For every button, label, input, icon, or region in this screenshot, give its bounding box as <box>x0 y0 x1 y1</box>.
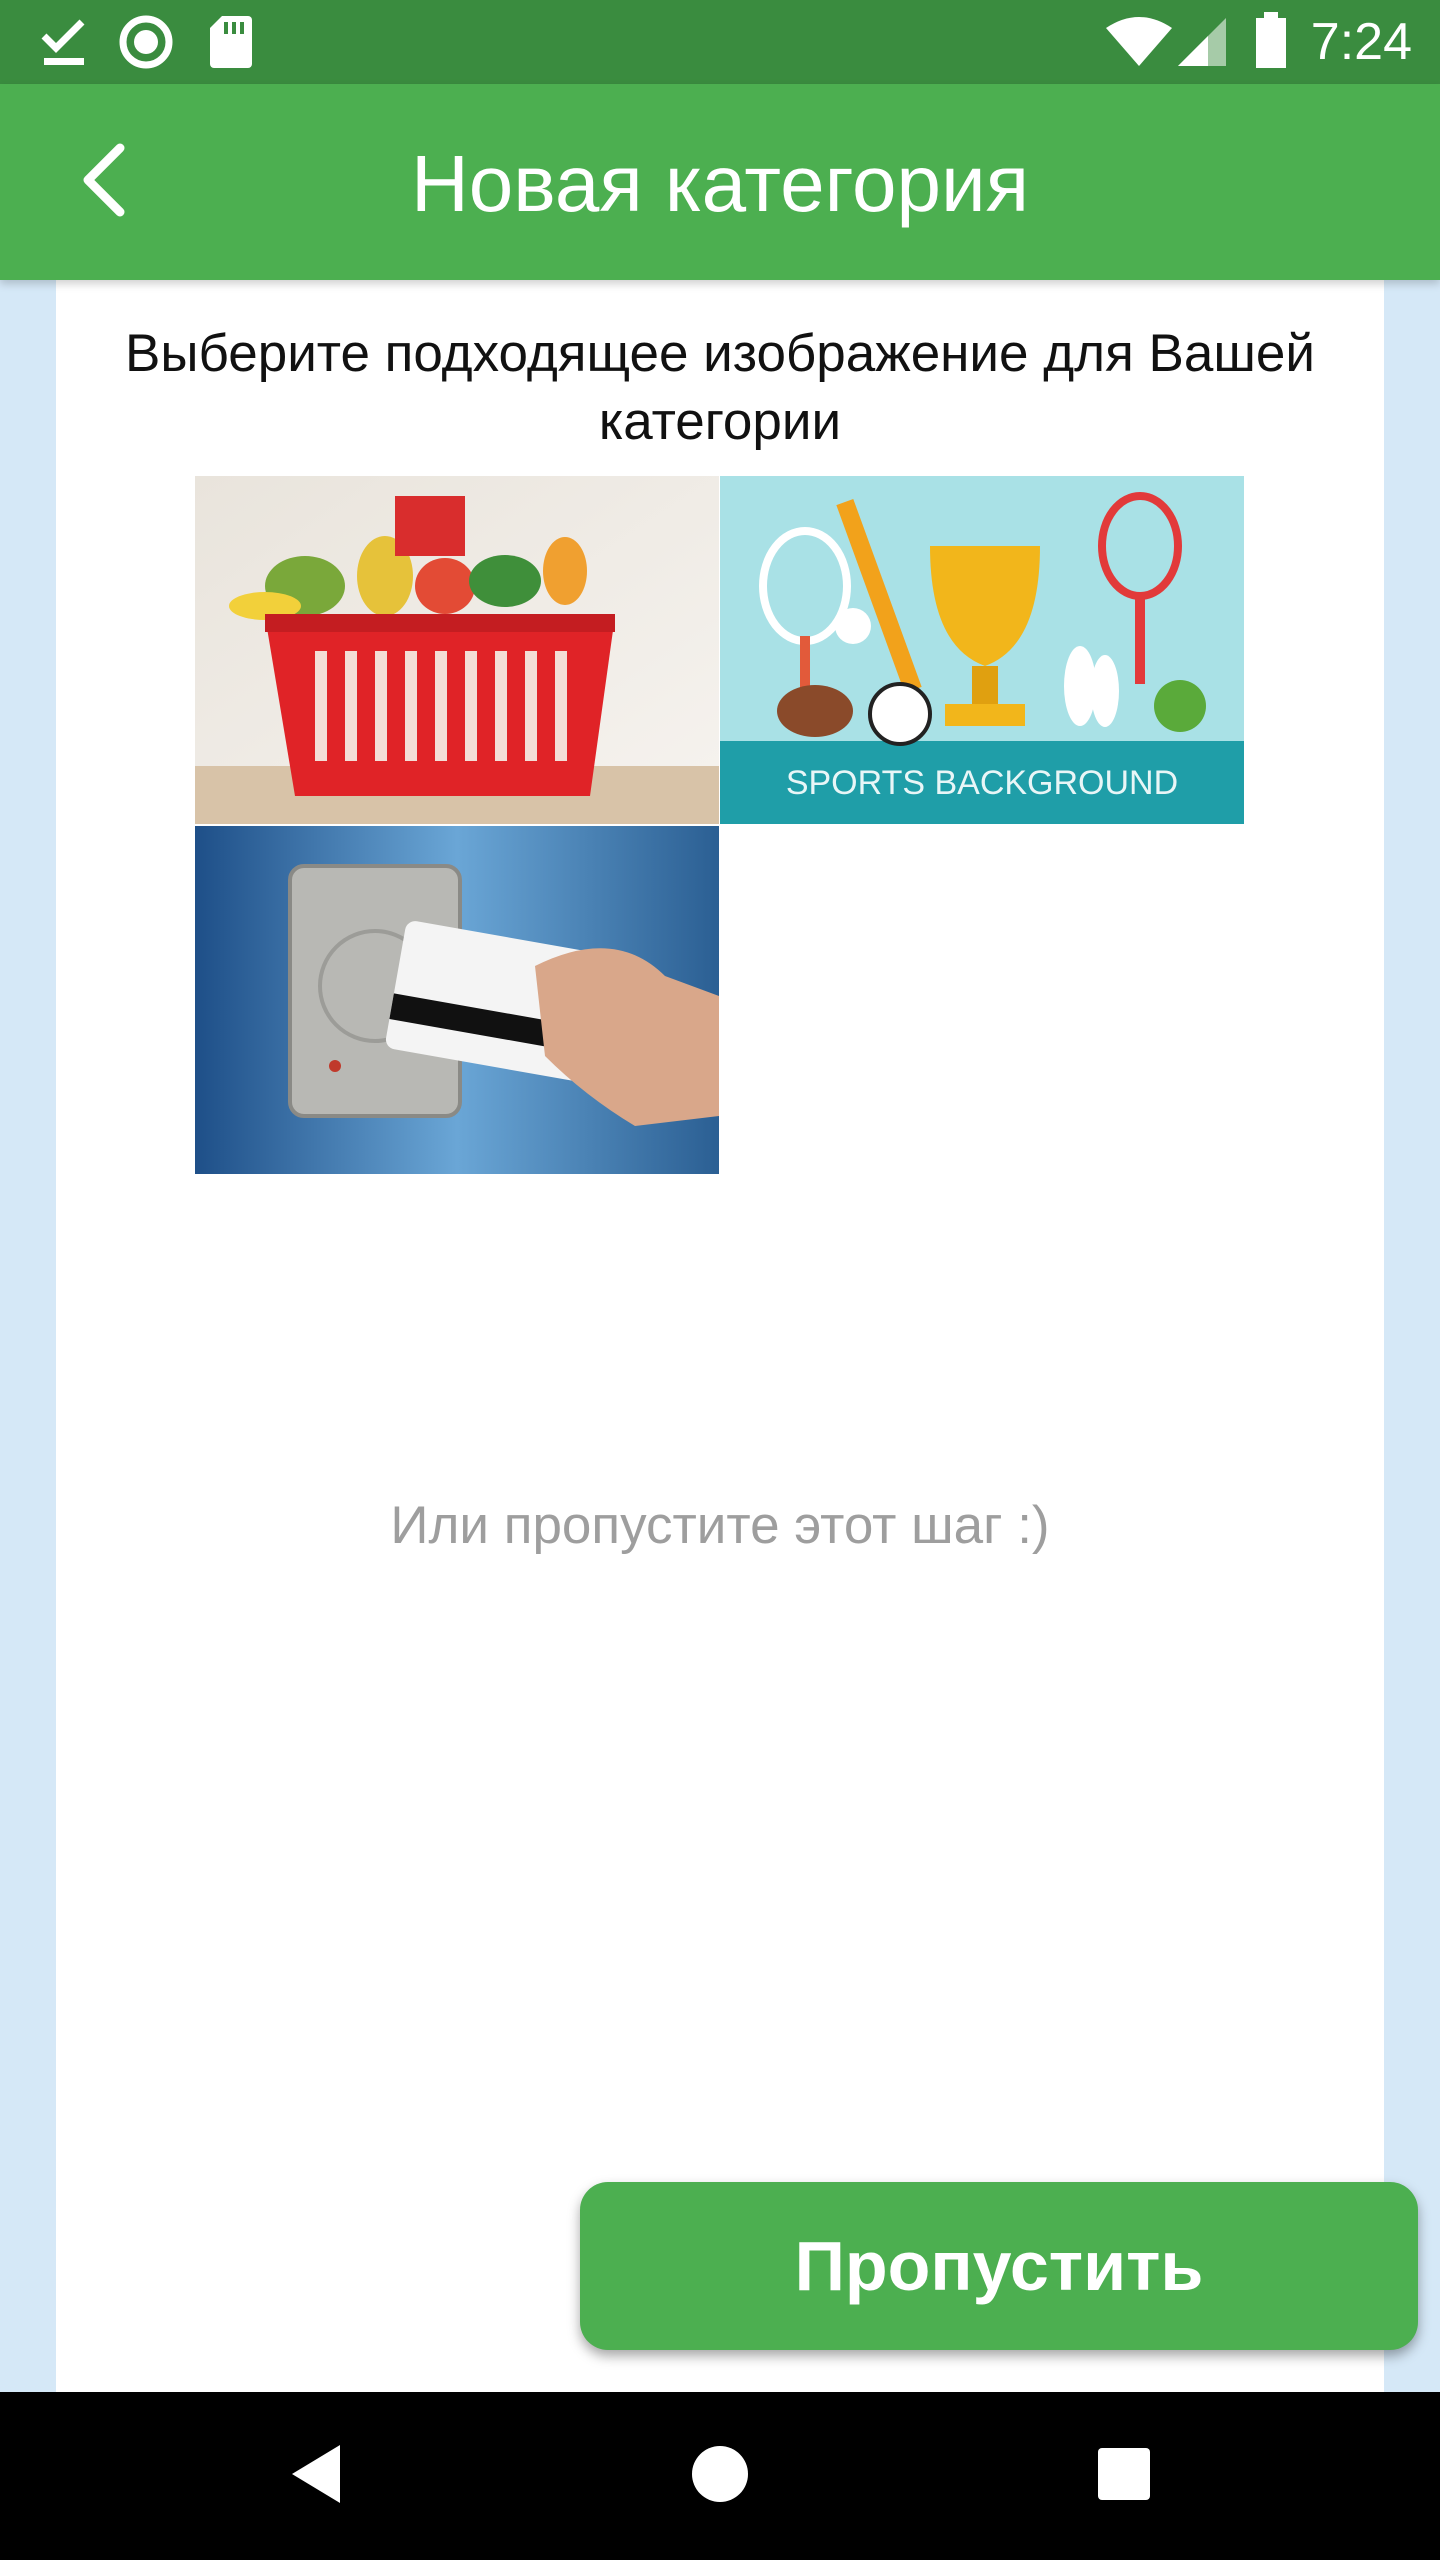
signal-icon <box>1176 16 1228 72</box>
status-bar: 7:24 <box>0 0 1440 84</box>
skip-button[interactable]: Пропустить <box>580 2182 1418 2350</box>
nav-back-button[interactable] <box>276 2436 356 2516</box>
battery-icon <box>1254 12 1288 74</box>
circle-icon <box>118 14 174 74</box>
status-time: 7:24 <box>1310 13 1412 71</box>
navigation-bar <box>0 2392 1440 2560</box>
instruction-text: Выберите подходящее изображение для Ваше… <box>125 324 1315 451</box>
skip-hint: Или пропустите этот шаг :) <box>390 1496 1050 1555</box>
sd-card-icon <box>208 14 254 74</box>
back-triangle-icon <box>286 2441 346 2511</box>
card-reader-image[interactable] <box>195 826 719 1174</box>
wifi-icon <box>1104 16 1174 72</box>
nav-home-button[interactable] <box>680 2436 760 2516</box>
app-bar: Новая категория <box>0 84 1440 280</box>
nav-recents-button[interactable] <box>1084 2436 1164 2516</box>
sports-caption: SPORTS BACKGROUND <box>786 764 1178 802</box>
page-title: Новая категория <box>410 139 1030 228</box>
sports-background-image[interactable]: SPORTS BACKGROUND <box>720 476 1244 824</box>
main-panel: Выберите подходящее изображение для Ваше… <box>56 280 1384 2392</box>
recents-square-icon <box>1096 2446 1152 2506</box>
grocery-basket-image[interactable] <box>195 476 719 824</box>
home-circle-icon <box>690 2444 750 2508</box>
download-done-icon <box>40 14 90 74</box>
